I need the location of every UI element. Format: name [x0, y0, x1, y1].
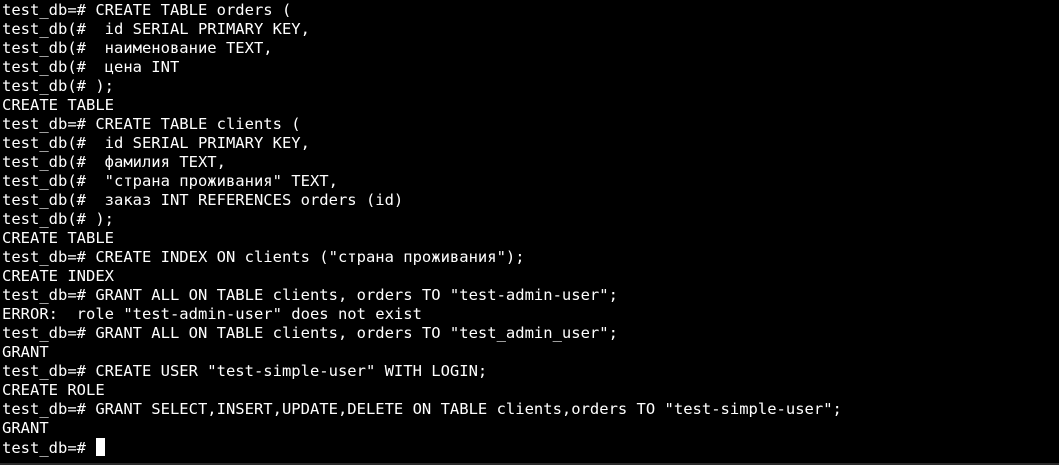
terminal-line: test_db=# GRANT ALL ON TABLE clients, or…	[2, 286, 618, 304]
terminal-error-line: ERROR: role "test-admin-user" does not e…	[2, 305, 422, 323]
terminal-line: CREATE ROLE	[2, 381, 105, 399]
terminal-line: test_db=# CREATE TABLE clients (	[2, 115, 301, 133]
terminal-line: test_db(# id SERIAL PRIMARY KEY,	[2, 20, 310, 38]
terminal-line: test_db=# GRANT ALL ON TABLE clients, or…	[2, 324, 618, 342]
prompt: test_db=#	[2, 439, 96, 457]
terminal-line: test_db(# );	[2, 77, 114, 95]
command-input-line[interactable]: test_db=#	[2, 438, 842, 457]
terminal-line: test_db=# GRANT SELECT,INSERT,UPDATE,DEL…	[2, 400, 842, 418]
terminal-line: CREATE INDEX	[2, 267, 114, 285]
terminal-line: test_db(# );	[2, 210, 114, 228]
terminal-line: test_db=# CREATE TABLE orders (	[2, 1, 292, 19]
terminal-line: test_db(# фамилия TEXT,	[2, 153, 226, 171]
terminal-line: CREATE TABLE	[2, 96, 114, 114]
terminal-line: test_db(# наименование TEXT,	[2, 39, 273, 57]
terminal-line: test_db(# id SERIAL PRIMARY KEY,	[2, 134, 310, 152]
terminal-line: GRANT	[2, 343, 49, 361]
terminal-line: CREATE TABLE	[2, 229, 114, 247]
terminal-window[interactable]: test_db=# CREATE TABLE orders ( test_db(…	[0, 0, 1059, 465]
terminal-line: test_db=# CREATE USER "test-simple-user"…	[2, 362, 488, 380]
terminal-line: GRANT	[2, 419, 49, 437]
text-cursor	[96, 438, 106, 456]
terminal-output: test_db=# CREATE TABLE orders ( test_db(…	[2, 1, 842, 457]
terminal-line: test_db(# цена INT	[2, 58, 180, 76]
terminal-line: test_db(# заказ INT REFERENCES orders (i…	[2, 191, 404, 209]
terminal-line: test_db(# "страна проживания" TEXT,	[2, 172, 338, 190]
terminal-line: test_db=# CREATE INDEX ON clients ("стра…	[2, 248, 525, 266]
